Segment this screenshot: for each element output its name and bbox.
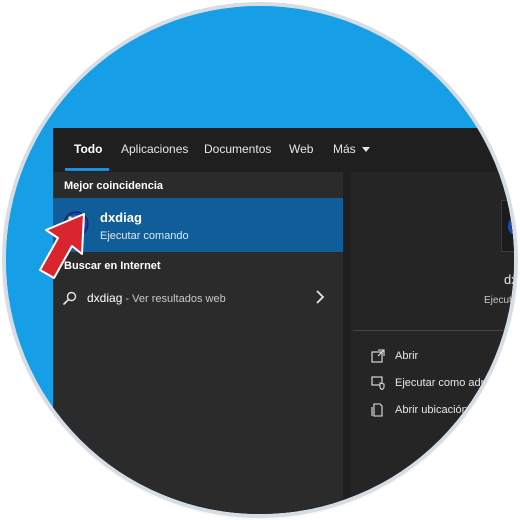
- tab-mas[interactable]: Más: [333, 142, 370, 156]
- details-divider: [353, 330, 514, 331]
- search-tabs: Todo Aplicaciones Documentos Web Más: [53, 128, 514, 172]
- start-search-panel: Todo Aplicaciones Documentos Web Más Mej…: [53, 128, 514, 514]
- panel-divider: [343, 172, 351, 514]
- action-run-as-admin-label: Ejecutar como admi: [395, 377, 493, 389]
- web-search-query: dxdiag: [87, 291, 123, 305]
- dxdiag-large-icon: [508, 215, 514, 237]
- tab-todo[interactable]: Todo: [74, 142, 102, 156]
- tab-documentos[interactable]: Documentos: [204, 142, 271, 156]
- active-tab-indicator: [65, 168, 109, 171]
- tab-web[interactable]: Web: [289, 142, 313, 156]
- best-match-subtitle: Ejecutar comando: [100, 230, 189, 242]
- web-search-text: dxdiag - Ver resultados web: [87, 291, 226, 305]
- chevron-right-icon[interactable]: [315, 290, 325, 304]
- best-match-name: dxdiag: [100, 210, 142, 225]
- action-open-location-label: Abrir ubicación: [395, 404, 468, 416]
- details-pane: dx Ejecuta Abrir Ejecutar como admi: [351, 172, 514, 514]
- search-icon: [63, 291, 77, 305]
- tab-mas-label: Más: [333, 142, 356, 156]
- best-match-item[interactable]: dxdiag Ejecutar comando: [53, 198, 343, 252]
- web-search-result[interactable]: dxdiag - Ver resultados web: [53, 284, 343, 312]
- best-match-heading: Mejor coincidencia: [64, 180, 164, 192]
- tab-aplicaciones[interactable]: Aplicaciones: [121, 142, 188, 156]
- action-open-label: Abrir: [395, 350, 419, 362]
- results-list: Mejor coincidencia dxdiag Ejecutar coman…: [53, 172, 343, 514]
- web-search-suffix: - Ver resultados web: [122, 293, 226, 305]
- app-preview-tile: [501, 200, 514, 252]
- file-location-icon: [371, 403, 383, 417]
- red-arrow-annotation: [39, 213, 85, 279]
- details-app-subtitle: Ejecuta: [484, 295, 514, 306]
- open-icon: [371, 349, 385, 363]
- admin-shield-icon: [371, 376, 385, 390]
- chevron-down-icon: [361, 147, 370, 153]
- details-app-name: dx: [504, 272, 514, 287]
